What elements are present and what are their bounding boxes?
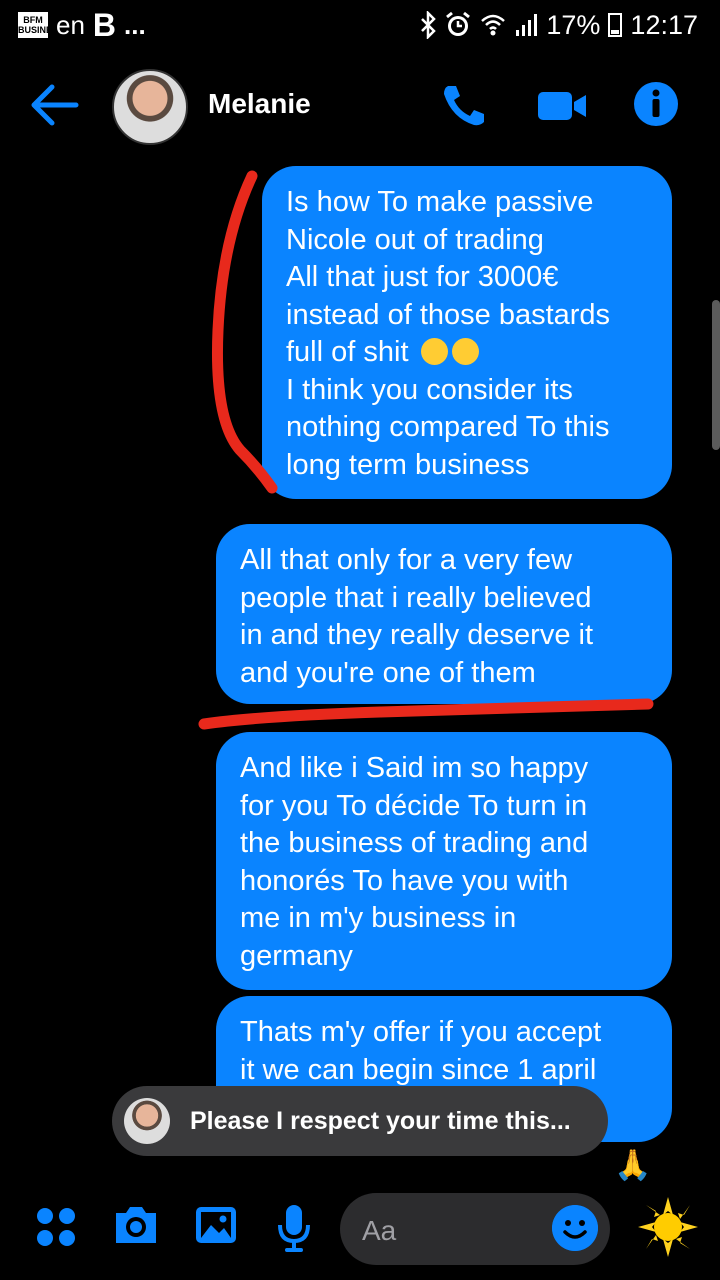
wifi-icon — [481, 14, 506, 36]
message-text: All that only for a very few people that… — [240, 544, 594, 689]
status-bar: BFM BUSINESS en B ... 17% 12:17 — [0, 0, 720, 50]
apps-grid-icon[interactable] — [34, 1205, 78, 1249]
input-placeholder: Aa — [362, 1215, 397, 1246]
arrow-left-icon[interactable] — [30, 82, 80, 128]
notification-en: en — [56, 9, 85, 40]
hugging-face-emoji — [420, 338, 448, 365]
message-composer: Aa — [0, 1185, 720, 1280]
sun-emoji-icon[interactable] — [636, 1195, 700, 1259]
info-icon[interactable] — [632, 80, 680, 128]
battery-icon — [608, 13, 623, 37]
message-input[interactable]: Aa — [340, 1193, 610, 1265]
phone-icon[interactable] — [440, 82, 488, 128]
scrollbar-thumb[interactable] — [712, 300, 720, 450]
expressionless-face-emoji — [451, 338, 479, 365]
battery-percent: 17% — [546, 9, 601, 40]
clock: 12:17 — [630, 9, 698, 40]
new-message-preview[interactable]: Please I respect your time this... — [112, 1086, 608, 1156]
conversation-header: Melanie — [0, 60, 720, 150]
status-left: BFM BUSINESS en B ... — [18, 6, 146, 43]
alarm-icon — [446, 11, 471, 36]
message-text: Is how To make passive Nicole out of tra… — [286, 186, 611, 368]
message-bubble[interactable]: All that only for a very few people that… — [216, 524, 672, 704]
message-text: And like i Said im so happy for you To d… — [240, 752, 589, 972]
bfm-business-logo: BFM BUSINESS — [18, 12, 64, 38]
notification-b: B — [92, 6, 117, 43]
notification-more: ... — [124, 9, 146, 40]
status-right: 17% 12:17 — [420, 8, 698, 42]
bluetooth-icon — [421, 11, 437, 39]
contact-name[interactable]: Melanie — [208, 88, 311, 120]
microphone-icon[interactable] — [276, 1203, 312, 1253]
praying-hands-icon: 🙏 — [614, 1149, 652, 1182]
message-bubble[interactable]: And like i Said im so happy for you To d… — [216, 732, 672, 990]
smile-icon[interactable] — [552, 1205, 598, 1251]
preview-text: Please I respect your time this... — [190, 1106, 571, 1135]
signal-icon — [516, 14, 538, 36]
contact-avatar[interactable] — [112, 69, 188, 145]
preview-avatar — [124, 1098, 170, 1144]
message-text: Thats m'y offer if you accept it we can … — [240, 1016, 602, 1086]
message-bubble[interactable]: Is how To make passive Nicole out of tra… — [262, 166, 672, 499]
image-icon[interactable] — [194, 1203, 238, 1247]
video-camera-icon[interactable] — [536, 82, 588, 128]
message-text: I think you consider its nothing compare… — [286, 373, 610, 481]
camera-icon[interactable] — [112, 1203, 160, 1247]
